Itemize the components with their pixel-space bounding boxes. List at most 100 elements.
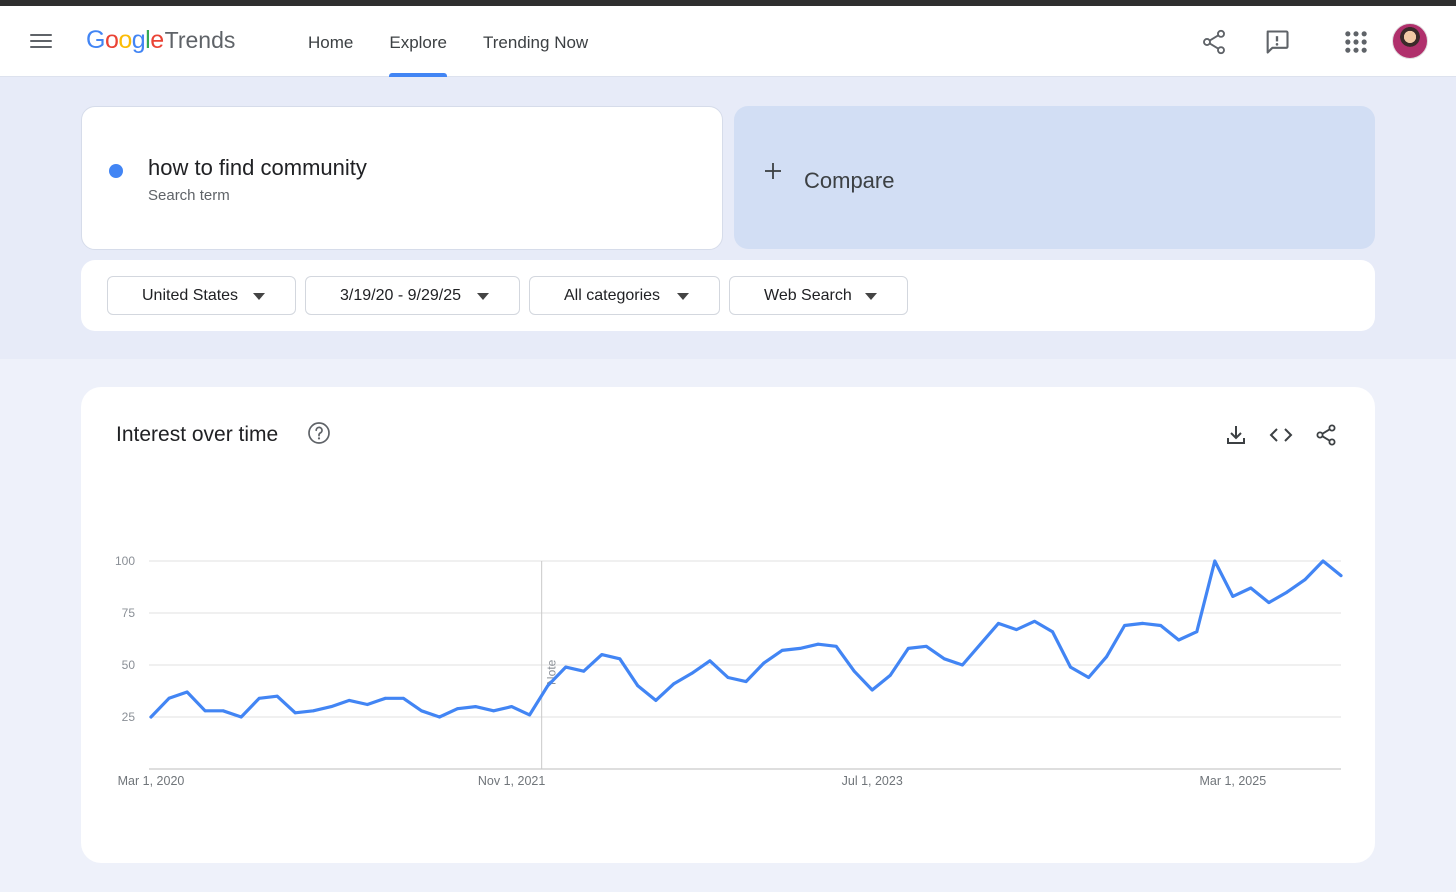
data-point[interactable] <box>149 715 153 719</box>
feedback-icon[interactable] <box>1263 28 1291 56</box>
filter-search-type-label: Web Search <box>764 286 852 304</box>
filter-date-range[interactable]: 3/19/20 - 9/29/25 <box>305 276 520 315</box>
share-icon[interactable] <box>1200 28 1228 56</box>
caret-down-icon <box>677 293 689 300</box>
data-point[interactable] <box>798 647 802 650</box>
nav-explore[interactable]: Explore <box>389 6 447 77</box>
data-point[interactable] <box>690 671 694 675</box>
search-term-text[interactable]: how to find community <box>148 155 367 181</box>
data-point[interactable] <box>1051 630 1054 634</box>
data-point[interactable] <box>780 649 784 652</box>
nav-trending-now[interactable]: Trending Now <box>483 6 588 77</box>
data-point[interactable] <box>1213 559 1217 563</box>
data-point[interactable] <box>257 696 261 700</box>
plus-icon <box>765 163 781 179</box>
data-point[interactable] <box>816 642 820 646</box>
data-point[interactable] <box>1069 665 1072 669</box>
logo-letter: g <box>131 26 146 54</box>
data-point[interactable] <box>510 705 513 708</box>
data-point[interactable] <box>528 713 531 717</box>
data-point[interactable] <box>852 669 856 673</box>
interest-over-time-card: Interest over time 25 50 75 100 Mar 1, 2020 N… <box>81 387 1375 863</box>
data-point[interactable] <box>366 703 369 706</box>
main-nav: Home Explore Trending Now <box>308 6 624 77</box>
data-point[interactable] <box>979 642 982 646</box>
data-point[interactable] <box>1285 590 1289 594</box>
logo-letter: e <box>150 26 164 54</box>
data-point[interactable] <box>1339 574 1343 577</box>
series-line[interactable] <box>149 559 1343 719</box>
google-trends-logo[interactable]: G o o g l e Trends <box>86 26 235 58</box>
data-point[interactable] <box>185 690 189 694</box>
data-point[interactable] <box>888 674 892 677</box>
interest-line-chart[interactable]: 25 50 75 100 Mar 1, 2020 Nov 1, 2021 Jul 1, 20… <box>81 387 1375 863</box>
data-point[interactable] <box>1087 676 1090 679</box>
logo-product-name: Trends <box>164 27 236 53</box>
search-term-card[interactable]: how to find community Search term <box>81 106 723 250</box>
data-point[interactable] <box>546 684 550 688</box>
data-point[interactable] <box>456 707 459 711</box>
apps-grid-icon[interactable] <box>1342 28 1370 56</box>
y-tick-label: 50 <box>122 658 136 672</box>
data-point[interactable] <box>600 653 604 656</box>
data-point[interactable] <box>1195 630 1199 634</box>
data-point[interactable] <box>672 682 676 686</box>
data-point[interactable] <box>1159 624 1163 627</box>
data-point[interactable] <box>329 705 333 708</box>
data-point[interactable] <box>167 696 171 700</box>
filter-region[interactable]: United States <box>107 276 296 315</box>
nav-home[interactable]: Home <box>308 6 353 77</box>
data-point[interactable] <box>1249 586 1253 590</box>
data-point[interactable] <box>708 659 712 663</box>
data-point[interactable] <box>1105 655 1108 659</box>
data-point[interactable] <box>654 699 658 702</box>
filter-category-label: All categories <box>564 286 661 304</box>
avatar[interactable] <box>1392 23 1428 59</box>
data-point[interactable] <box>1267 601 1271 604</box>
data-point[interactable] <box>997 622 1000 625</box>
compare-button[interactable]: Compare <box>734 106 1375 249</box>
data-point[interactable] <box>961 663 964 667</box>
data-point[interactable] <box>402 696 405 700</box>
data-point[interactable] <box>203 709 207 713</box>
data-point[interactable] <box>582 669 586 673</box>
data-point[interactable] <box>636 684 640 688</box>
data-point[interactable] <box>420 709 423 713</box>
data-point[interactable] <box>762 661 766 665</box>
data-point[interactable] <box>942 657 946 661</box>
data-point[interactable] <box>1123 624 1126 627</box>
top-app-bar: G o o g l e Trends Home Explore Trending… <box>0 6 1456 77</box>
data-point[interactable] <box>1231 595 1235 598</box>
data-point[interactable] <box>293 711 297 715</box>
data-point[interactable] <box>1141 622 1145 625</box>
data-point[interactable] <box>924 644 928 648</box>
data-point[interactable] <box>492 709 495 713</box>
x-tick-label: Mar 1, 2025 <box>1199 774 1266 788</box>
data-point[interactable] <box>311 709 315 713</box>
data-point[interactable] <box>239 715 243 719</box>
data-point[interactable] <box>834 644 838 648</box>
data-point[interactable] <box>438 715 441 719</box>
data-point[interactable] <box>384 696 387 700</box>
browser-viewport: G o o g l e Trends Home Explore Trending… <box>0 6 1456 892</box>
filter-category[interactable]: All categories <box>529 276 720 315</box>
logo-letter: o <box>104 26 119 54</box>
data-point[interactable] <box>221 709 225 713</box>
term-color-dot <box>109 164 123 178</box>
data-point[interactable] <box>564 665 568 669</box>
data-point[interactable] <box>347 699 351 702</box>
data-point[interactable] <box>1015 628 1018 631</box>
data-point[interactable] <box>1303 578 1307 582</box>
data-point[interactable] <box>618 657 622 661</box>
data-point[interactable] <box>906 647 910 650</box>
menu-icon[interactable] <box>28 30 54 52</box>
filter-search-type[interactable]: Web Search <box>729 276 908 315</box>
data-point[interactable] <box>1033 619 1036 623</box>
data-point[interactable] <box>744 680 748 683</box>
data-point[interactable] <box>1177 638 1181 642</box>
data-point[interactable] <box>474 705 477 708</box>
data-point[interactable] <box>275 694 279 698</box>
data-point[interactable] <box>1321 559 1325 563</box>
data-point[interactable] <box>726 676 730 679</box>
data-point[interactable] <box>870 688 874 692</box>
